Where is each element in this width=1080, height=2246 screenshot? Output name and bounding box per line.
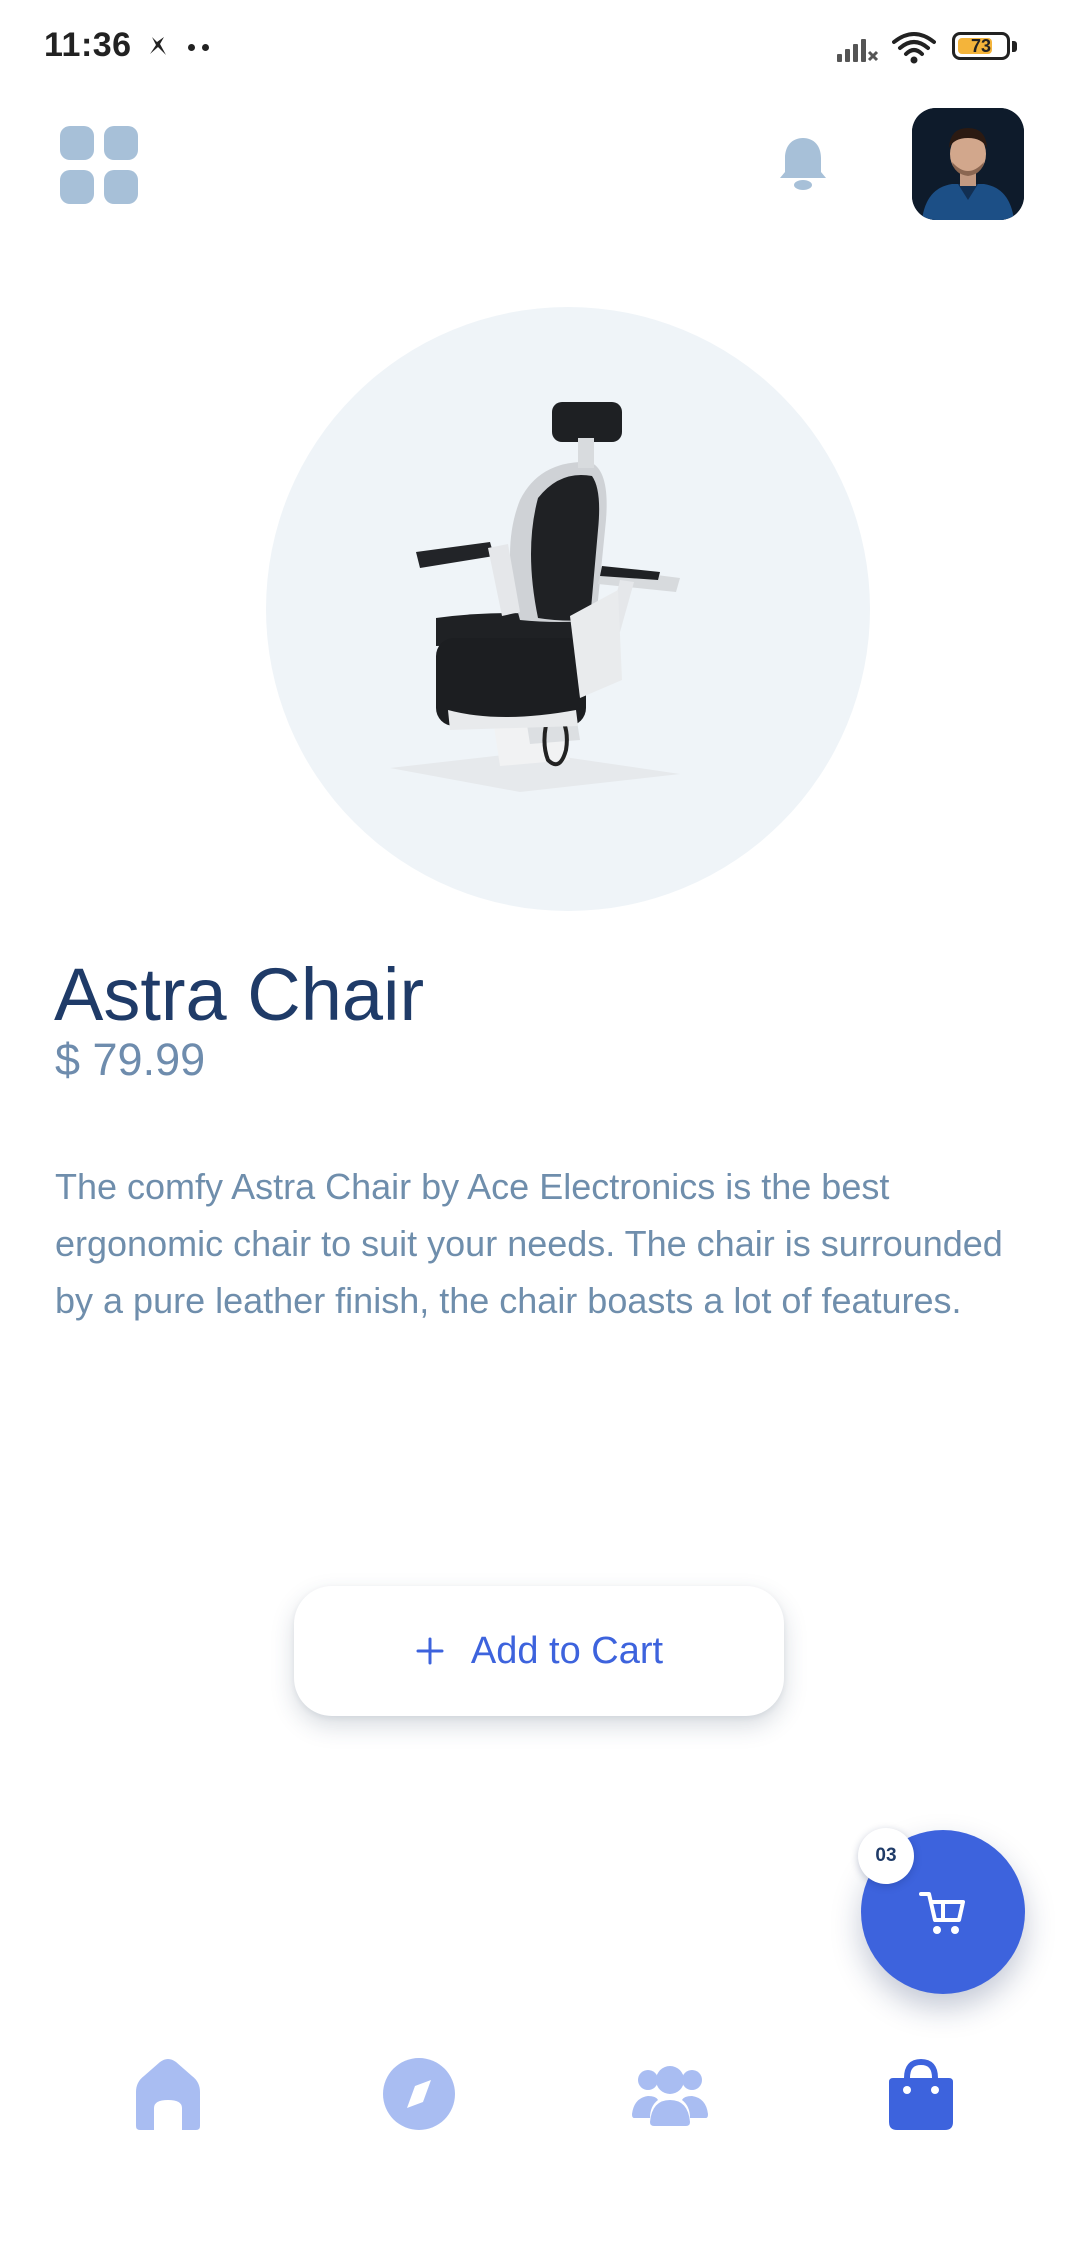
product-title: Astra Chair — [54, 953, 425, 1036]
battery-level: 73 — [970, 36, 992, 56]
nav-community[interactable] — [628, 2052, 712, 2136]
cart-icon — [917, 1886, 969, 1938]
compass-icon — [377, 2058, 461, 2140]
chair-image — [370, 380, 730, 840]
product-price: $ 79.99 — [55, 1034, 206, 1085]
nav-home[interactable] — [126, 2052, 210, 2136]
bell-icon[interactable] — [776, 134, 830, 194]
nav-explore[interactable] — [377, 2052, 461, 2136]
grid-menu-icon[interactable] — [60, 126, 138, 204]
battery-indicator: 73 — [952, 32, 1018, 62]
more-notifications-icon — [188, 44, 214, 52]
signal-icon — [835, 34, 879, 64]
add-to-cart-label: Add to Cart — [470, 1629, 664, 1672]
status-bar: 11:36 73 — [0, 0, 1080, 96]
users-icon — [628, 2066, 712, 2140]
cart-count-badge: 03 — [858, 1828, 914, 1884]
status-time: 11:36 — [44, 26, 132, 64]
wifi-icon — [892, 30, 936, 64]
app-notification-icon — [146, 34, 170, 58]
plus-icon — [415, 1636, 445, 1666]
home-icon — [126, 2059, 210, 2140]
nav-shop[interactable] — [879, 2052, 963, 2136]
add-to-cart-button[interactable]: Add to Cart — [294, 1586, 784, 1716]
product-description: The comfy Astra Chair by Ace Electronics… — [55, 1166, 1003, 1321]
avatar[interactable] — [912, 108, 1024, 220]
shopping-bag-icon — [879, 2058, 963, 2140]
